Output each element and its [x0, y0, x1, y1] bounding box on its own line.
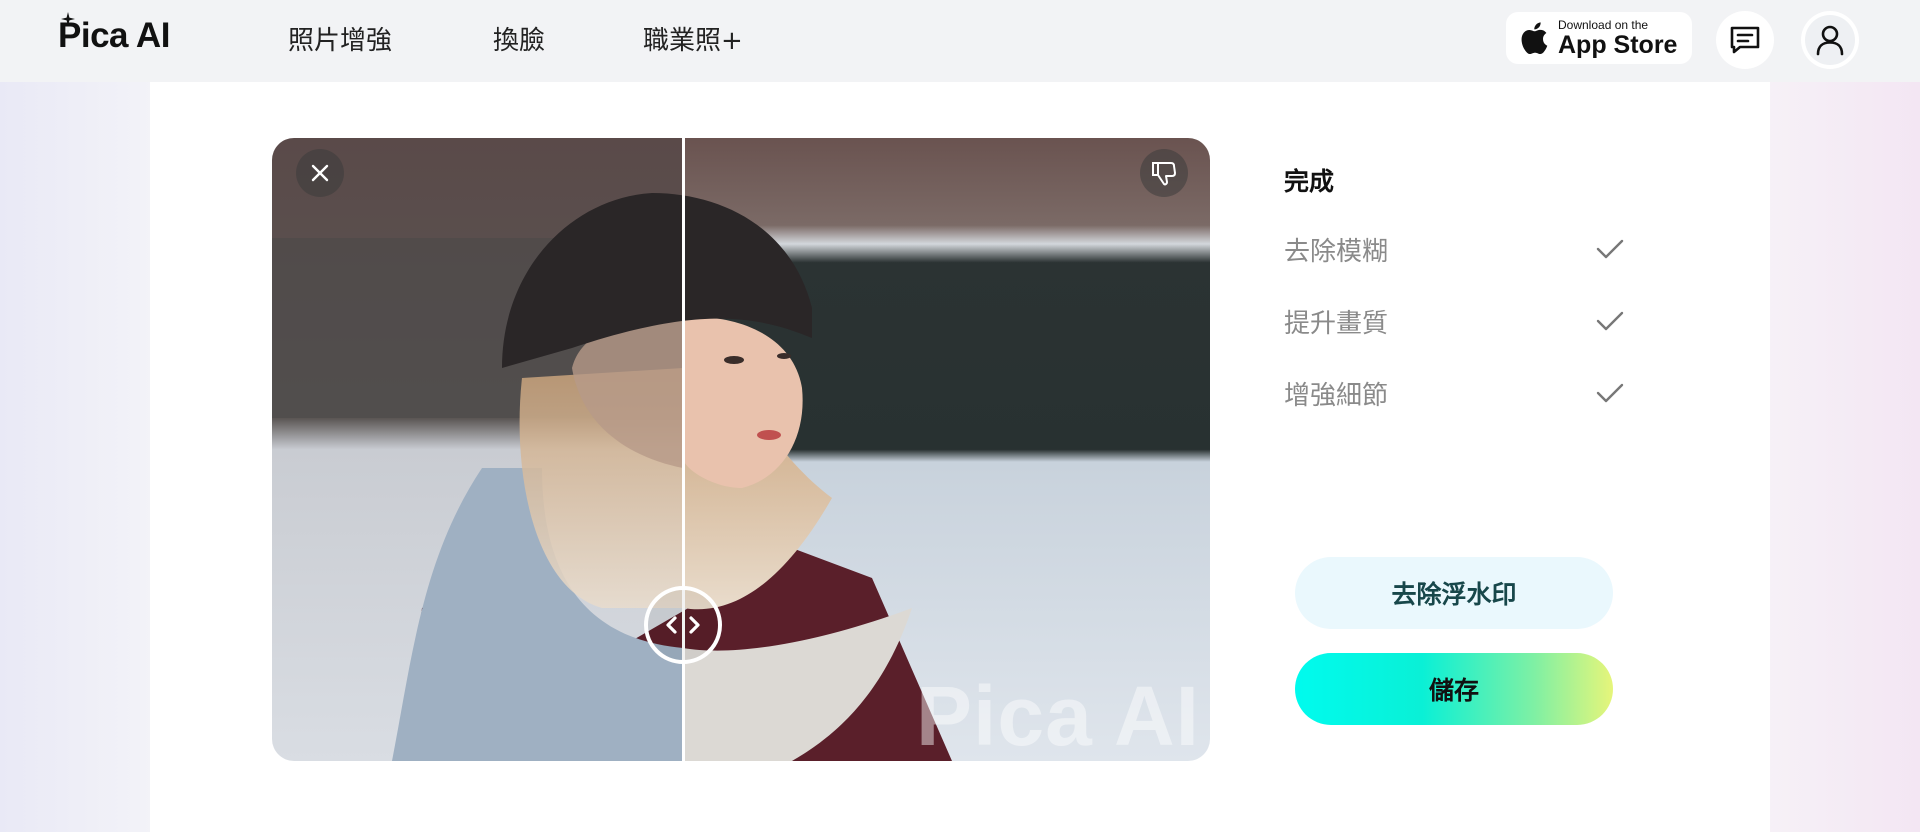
nav-face-swap[interactable]: 換臉 [493, 20, 545, 57]
avatar [1805, 15, 1855, 65]
top-bar: Pica AI 照片增強 換臉 職業照+ Download on the App… [0, 0, 1920, 82]
user-avatar-button[interactable] [1801, 11, 1859, 69]
message-icon [1730, 26, 1760, 54]
appstore-small-text: Download on the [1558, 17, 1649, 32]
watermark-text: Pica AI [916, 669, 1201, 761]
appstore-big-text: App Store [1558, 30, 1678, 59]
save-button[interactable]: 儲存 [1295, 653, 1613, 725]
apple-icon [1521, 22, 1548, 54]
chevron-left-icon [666, 616, 677, 634]
nav-headshot[interactable]: 職業照+ [643, 20, 743, 57]
step-details: 增強細節 [1284, 373, 1624, 413]
step-label: 去除模糊 [1284, 236, 1389, 267]
step-label: 增強細節 [1284, 380, 1389, 411]
close-button[interactable] [296, 149, 344, 197]
sparkle-icon [61, 12, 75, 26]
compare-divider[interactable] [682, 138, 685, 761]
thumbs-down-icon [1152, 162, 1176, 186]
before-after-compare[interactable]: Pica AI [272, 138, 1210, 761]
status-title: 完成 [1284, 167, 1335, 196]
step-quality: 提升畫質 [1284, 301, 1624, 341]
app-store-badge[interactable]: Download on the App Store [1506, 12, 1692, 64]
remove-watermark-button[interactable]: 去除浮水印 [1295, 557, 1613, 629]
nav-photo-enhance[interactable]: 照片增強 [288, 20, 392, 57]
check-icon [1596, 383, 1624, 403]
check-icon [1596, 311, 1624, 331]
user-icon [1816, 25, 1844, 56]
close-icon [311, 164, 329, 182]
pica-logo[interactable]: Pica AI [58, 12, 170, 58]
compare-slider-handle[interactable] [644, 586, 722, 664]
chevron-right-icon [689, 616, 700, 634]
step-deblur: 去除模糊 [1284, 229, 1624, 269]
dislike-button[interactable] [1140, 149, 1188, 197]
feedback-button[interactable] [1716, 11, 1774, 69]
step-label: 提升畫質 [1284, 308, 1389, 339]
check-icon [1596, 239, 1624, 259]
